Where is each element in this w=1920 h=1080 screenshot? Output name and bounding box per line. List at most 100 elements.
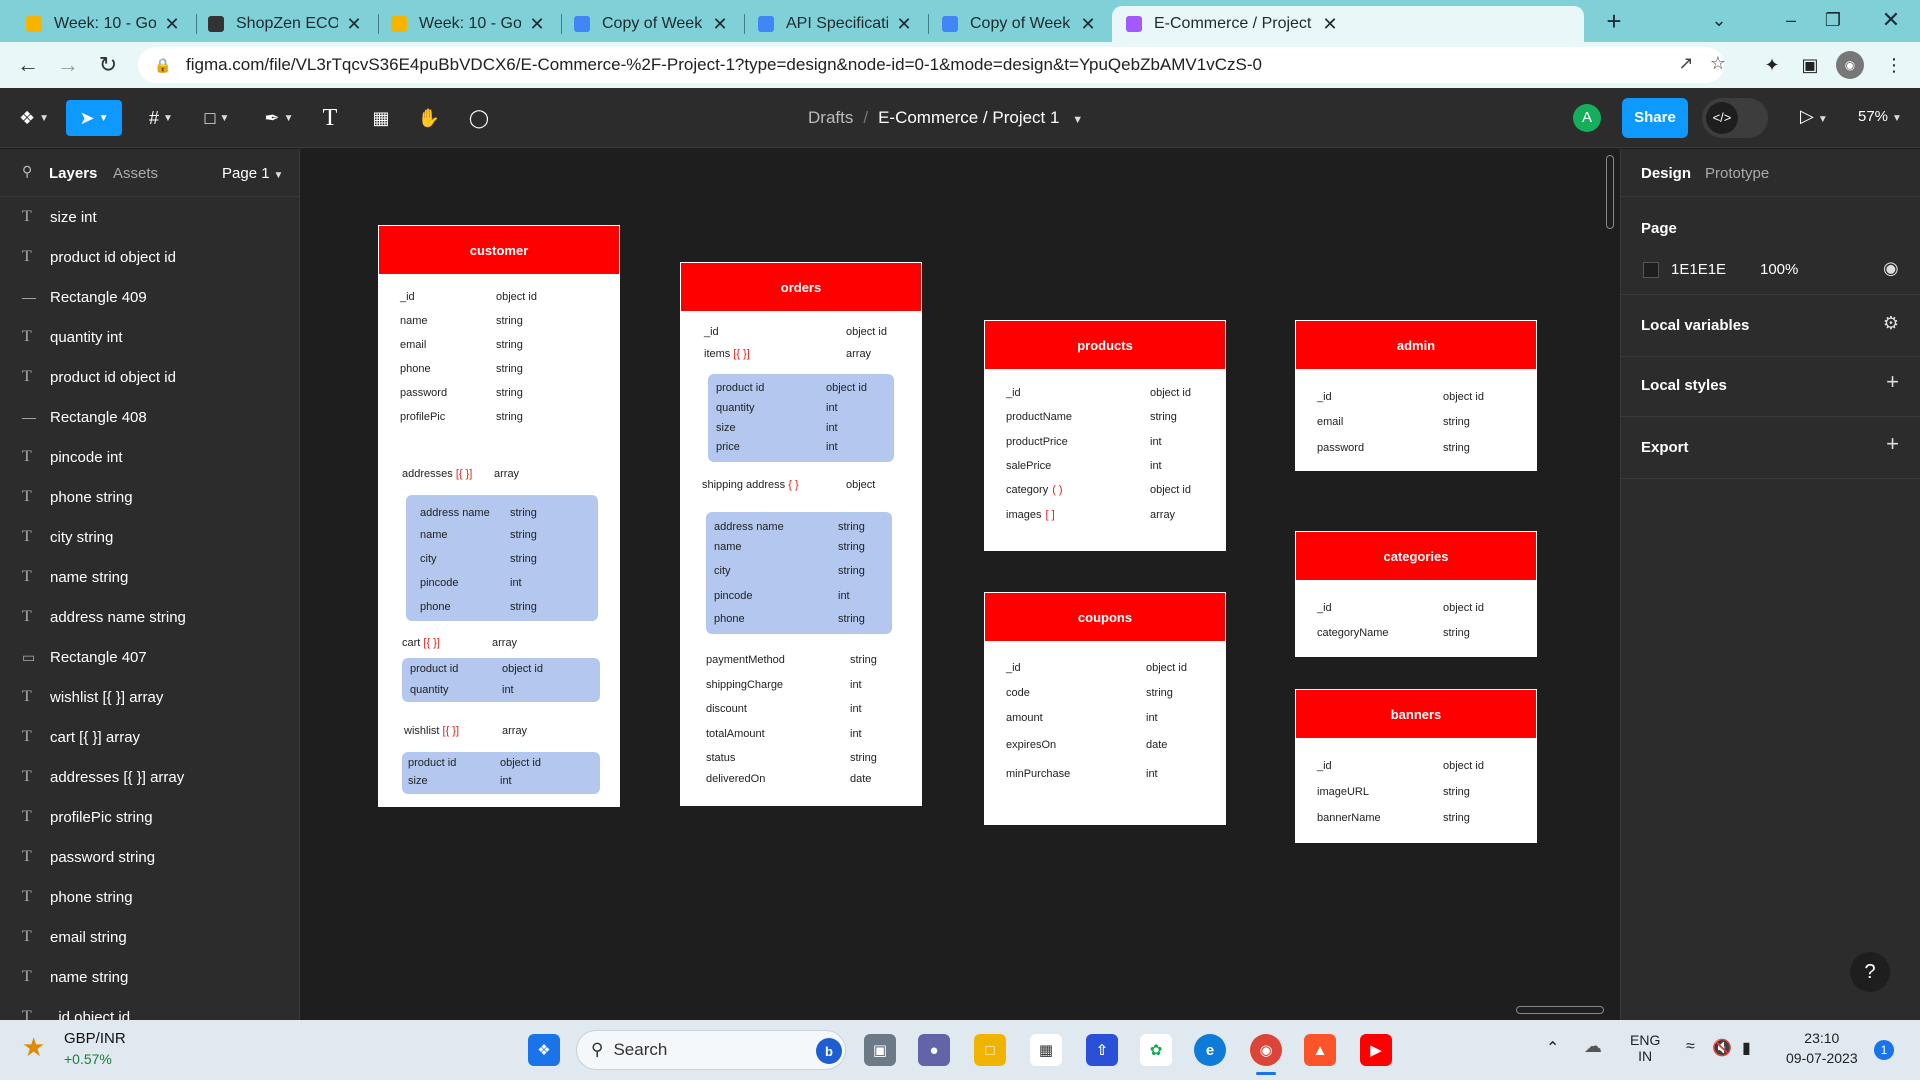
figma-main-menu[interactable]: ❖ ▼ xyxy=(14,100,54,136)
close-tab-icon[interactable]: ✕ xyxy=(1320,14,1340,35)
bookmark-star-icon[interactable]: ☆ xyxy=(1706,53,1730,77)
battery-icon[interactable]: ▮ xyxy=(1742,1038,1751,1058)
layer-row[interactable]: Taddress name string xyxy=(0,597,299,637)
present-button[interactable]: ▷ ▼ xyxy=(1800,106,1828,127)
close-tab-icon[interactable]: ✕ xyxy=(344,14,364,35)
task-view-icon[interactable]: ▣ xyxy=(864,1034,896,1066)
breadcrumb-drafts[interactable]: Drafts xyxy=(808,108,853,127)
coupons-table[interactable]: coupons _id object id code string amount int e… xyxy=(984,592,1226,825)
youtube-icon[interactable]: ▶ xyxy=(1360,1034,1392,1066)
user-avatar[interactable]: A xyxy=(1573,104,1601,132)
pen-tool[interactable]: ✒ ▼ xyxy=(258,100,300,136)
categories-table[interactable]: categories _id object id categoryName strin… xyxy=(1295,531,1537,657)
layer-row[interactable]: — Rectangle 409 xyxy=(0,277,299,317)
notification-badge[interactable]: 1 xyxy=(1874,1040,1894,1060)
search-icon[interactable]: ⚲ xyxy=(22,163,32,180)
orders-table[interactable]: orders _id object id items [{ }] array p… xyxy=(680,262,922,806)
close-tab-icon[interactable]: ✕ xyxy=(710,14,730,35)
banners-table[interactable]: banners _id object id imageURL string banner… xyxy=(1295,689,1537,843)
close-tab-icon[interactable]: ✕ xyxy=(894,14,914,35)
hand-tool[interactable]: ✋ xyxy=(414,100,444,136)
layer-row[interactable]: T _id object id xyxy=(0,997,299,1020)
comment-tool[interactable]: ◯ xyxy=(464,100,494,136)
browser-tab[interactable]: E-Commerce / Project ✕ xyxy=(1112,6,1584,42)
browser-tab[interactable]: API Specification Doc ✕ xyxy=(744,6,926,42)
brave-icon[interactable]: ▲ xyxy=(1304,1034,1336,1066)
file-name[interactable]: E-Commerce / Project 1 xyxy=(878,108,1059,127)
help-button[interactable]: ? xyxy=(1850,952,1890,992)
layer-row[interactable]: Tcart [{ }] array xyxy=(0,717,299,757)
bing-icon[interactable]: b xyxy=(816,1038,842,1064)
browser-tab[interactable]: Copy of Week 10_We ✕ xyxy=(928,6,1110,42)
wifi-icon[interactable]: ≈ xyxy=(1686,1038,1695,1056)
weather-widget-icon[interactable]: ★ xyxy=(22,1032,56,1066)
layer-row[interactable]: Tsize int xyxy=(0,197,299,237)
page-selector[interactable]: Page 1 ▼ xyxy=(222,165,283,182)
layer-row[interactable]: Tcity string xyxy=(0,517,299,557)
teams-chat-icon[interactable]: ● xyxy=(918,1034,950,1066)
layer-row[interactable]: Tproduct id object id xyxy=(0,357,299,397)
products-table[interactable]: products _id object id productName string pr… xyxy=(984,320,1226,551)
volume-muted-icon[interactable]: 🔇 xyxy=(1712,1038,1732,1058)
resources-tool[interactable]: ▦ xyxy=(366,100,396,136)
tab-assets[interactable]: Assets xyxy=(113,165,158,182)
forward-button[interactable]: → xyxy=(52,49,84,81)
local-variables-title[interactable]: Local variables xyxy=(1641,317,1749,334)
start-windows-icon[interactable]: ❖ xyxy=(528,1034,560,1066)
language-indicator[interactable]: ENG IN xyxy=(1630,1032,1660,1064)
browser-menu-icon[interactable]: ⋮ xyxy=(1880,51,1908,79)
shape-tool[interactable]: □ ▼ xyxy=(196,100,238,136)
share-button[interactable]: Share xyxy=(1622,98,1688,138)
add-style-icon[interactable]: + xyxy=(1886,369,1899,395)
layer-row[interactable]: — Rectangle 408 xyxy=(0,397,299,437)
layer-row[interactable]: ▭ Rectangle 407 xyxy=(0,637,299,677)
clock[interactable]: 23:10 09-07-2023 xyxy=(1786,1030,1858,1066)
design-canvas[interactable]: customer _id object id name string email stri… xyxy=(300,149,1620,1020)
layer-row[interactable]: Tphone string xyxy=(0,877,299,917)
tab-layers[interactable]: Layers xyxy=(49,165,97,182)
page-color-hex[interactable]: 1E1E1E xyxy=(1671,261,1726,278)
layer-row[interactable]: Tpassword string xyxy=(0,837,299,877)
show-hidden-icons[interactable]: ⌃ xyxy=(1546,1038,1559,1058)
horizontal-scrollbar[interactable] xyxy=(1516,1006,1604,1014)
visual-studio-code-icon[interactable]: ⇧ xyxy=(1086,1034,1118,1066)
layer-row[interactable]: Tname string xyxy=(0,957,299,997)
eye-icon[interactable]: ◉ xyxy=(1883,258,1899,279)
tab-design[interactable]: Design xyxy=(1641,165,1691,182)
layer-row[interactable]: Tphone string xyxy=(0,477,299,517)
side-panel-icon[interactable]: ▣ xyxy=(1796,51,1824,79)
admin-table[interactable]: admin _id object id email string password str… xyxy=(1295,320,1537,471)
frame-tool[interactable]: # ▼ xyxy=(140,100,182,136)
onedrive-icon[interactable]: ☁ xyxy=(1584,1036,1602,1057)
share-page-icon[interactable]: ↗ xyxy=(1674,53,1698,77)
add-export-icon[interactable]: + xyxy=(1886,431,1899,457)
extensions-icon[interactable]: ✦ xyxy=(1758,51,1786,79)
close-tab-icon[interactable]: ✕ xyxy=(1078,14,1098,35)
chrome-icon[interactable]: ◉ xyxy=(1250,1034,1282,1066)
close-tab-icon[interactable]: ✕ xyxy=(527,14,547,35)
taskbar-search[interactable]: ⚲ Search xyxy=(576,1030,846,1070)
layer-row[interactable]: Temail string xyxy=(0,917,299,957)
url-field[interactable]: 🔒 figma.com/file/VL3rTqcvS36E4puBbVDCX6/… xyxy=(138,47,1726,83)
vertical-scrollbar[interactable] xyxy=(1606,155,1614,229)
layer-row[interactable]: Twishlist [{ }] array xyxy=(0,677,299,717)
layer-row[interactable]: Tname string xyxy=(0,557,299,597)
page-opacity[interactable]: 100% xyxy=(1760,261,1798,278)
browser-tab[interactable]: Copy of Week 10_We ✕ xyxy=(560,6,742,42)
page-color-swatch[interactable] xyxy=(1643,262,1659,278)
minimize-button[interactable]: – xyxy=(1768,4,1814,36)
zoom-dropdown[interactable]: 57% ▼ xyxy=(1858,108,1902,125)
variables-settings-icon[interactable]: ⚙ xyxy=(1883,313,1899,334)
tab-prototype[interactable]: Prototype xyxy=(1705,165,1769,182)
ms-store-icon[interactable]: ▦ xyxy=(1030,1034,1062,1066)
file-explorer-icon[interactable]: □ xyxy=(974,1034,1006,1066)
layer-row[interactable]: Tquantity int xyxy=(0,317,299,357)
close-window-button[interactable]: ✕ xyxy=(1868,4,1914,36)
new-tab-button[interactable]: + xyxy=(1598,6,1630,38)
maximize-button[interactable]: ❐ xyxy=(1810,4,1856,36)
layer-row[interactable]: Taddresses [{ }] array xyxy=(0,757,299,797)
dev-mode-toggle[interactable]: </> xyxy=(1702,98,1768,138)
reload-button[interactable]: ↻ xyxy=(92,49,124,81)
layer-row[interactable]: Tpincode int xyxy=(0,437,299,477)
browser-tab[interactable]: Week: 10 - Google Dr ✕ xyxy=(12,6,194,42)
